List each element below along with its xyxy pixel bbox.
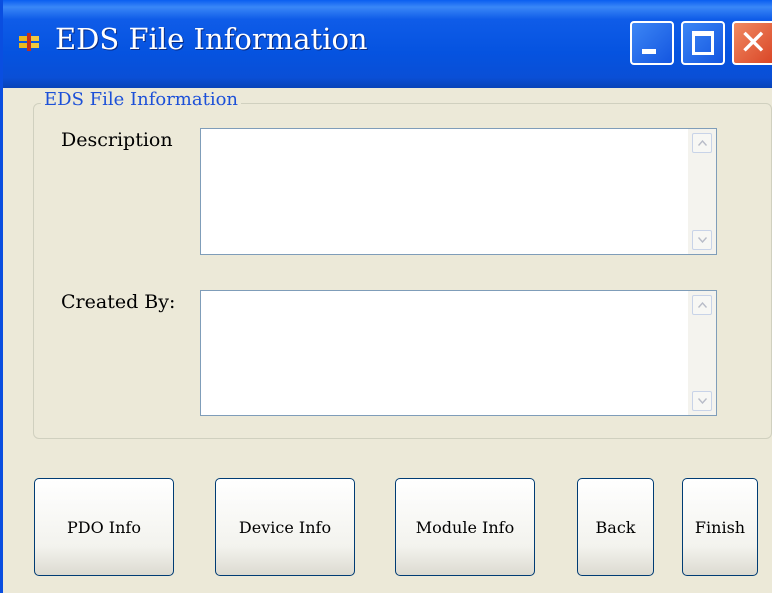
- description-textarea[interactable]: [200, 128, 717, 255]
- created-by-scrollbar[interactable]: [688, 291, 716, 415]
- group-label: EDS File Information: [41, 89, 242, 110]
- device-info-button[interactable]: Device Info: [215, 478, 355, 576]
- created-by-label: Created By:: [61, 291, 176, 313]
- app-icon: [19, 33, 39, 51]
- maximize-icon: [692, 31, 714, 55]
- scroll-up-button[interactable]: [692, 133, 712, 153]
- chevron-up-icon: [698, 140, 707, 146]
- chevron-down-icon: [698, 398, 707, 404]
- window-title: EDS File Information: [55, 22, 368, 56]
- chevron-up-icon: [698, 302, 707, 308]
- scroll-down-button[interactable]: [692, 391, 712, 411]
- eds-file-information-window: EDS File Information ✕ EDS File Informat…: [0, 0, 772, 593]
- maximize-button[interactable]: [681, 21, 725, 65]
- description-label: Description: [61, 129, 173, 151]
- description-scrollbar[interactable]: [688, 129, 716, 254]
- close-icon: ✕: [739, 23, 768, 63]
- created-by-textarea[interactable]: [200, 290, 717, 416]
- close-button[interactable]: ✕: [732, 21, 772, 65]
- minimize-icon: [642, 49, 656, 54]
- title-bar[interactable]: EDS File Information ✕: [3, 0, 772, 88]
- scroll-up-button[interactable]: [692, 295, 712, 315]
- pdo-info-button[interactable]: PDO Info: [34, 478, 174, 576]
- finish-button[interactable]: Finish: [682, 478, 758, 576]
- scroll-down-button[interactable]: [692, 230, 712, 250]
- minimize-button[interactable]: [630, 21, 674, 65]
- module-info-button[interactable]: Module Info: [395, 478, 535, 576]
- back-button[interactable]: Back: [577, 478, 654, 576]
- chevron-down-icon: [698, 237, 707, 243]
